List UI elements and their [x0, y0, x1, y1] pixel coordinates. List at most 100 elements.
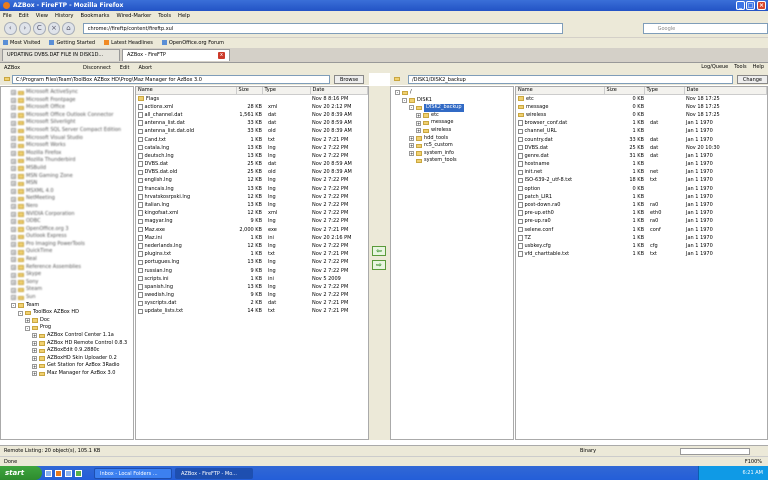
- table-row[interactable]: selene.conf 1 KB conf Jan 1 1970: [516, 226, 767, 234]
- expand-icon[interactable]: +: [11, 166, 16, 172]
- expand-icon[interactable]: +: [11, 113, 16, 119]
- reload-button[interactable]: C: [33, 22, 46, 35]
- tree-node[interactable]: + system_info: [395, 150, 513, 158]
- expand-icon[interactable]: +: [409, 151, 414, 157]
- tree-node[interactable]: + message: [395, 119, 513, 127]
- table-row[interactable]: hostname 1 KB Jan 1 1970: [516, 160, 767, 168]
- tree-node[interactable]: + AZBox HD Remote Control 0.8.3: [5, 340, 133, 348]
- local-file-list[interactable]: Name Size Type Date Flags Nov 8 8:16 PM ac…: [135, 86, 369, 440]
- menu-help[interactable]: Help: [178, 13, 190, 19]
- bookmark-latest-headlines[interactable]: Latest Headlines: [104, 40, 153, 46]
- column-date[interactable]: Date: [310, 87, 368, 95]
- quick-launch-desktop-icon[interactable]: [65, 469, 72, 477]
- table-row[interactable]: update_lists.txt 14 KB txt Nov 2 7:21 PM: [136, 307, 368, 315]
- expand-icon[interactable]: +: [11, 189, 16, 195]
- table-row[interactable]: scripts.ini 1 KB ini Nov 5 2009: [136, 275, 368, 283]
- expand-icon[interactable]: +: [11, 257, 16, 263]
- table-row[interactable]: english.lng 12 KB lng Nov 2 7:22 PM: [136, 176, 368, 184]
- home-button[interactable]: ⌂: [62, 22, 75, 35]
- expand-icon[interactable]: +: [11, 204, 16, 210]
- table-row[interactable]: TZ 1 KB Jan 1 1970: [516, 234, 767, 242]
- expand-icon[interactable]: +: [11, 287, 16, 293]
- tree-node[interactable]: + Microsoft Frontpage: [5, 97, 133, 105]
- expand-icon[interactable]: -: [25, 325, 30, 331]
- column-size[interactable]: Size: [604, 87, 645, 95]
- tab-azbox-fireftp[interactable]: AZBox - FireFTP x: [122, 49, 230, 61]
- tree-node[interactable]: + MSBuild: [5, 165, 133, 173]
- table-row[interactable]: option 0 KB Jan 1 1970: [516, 185, 767, 193]
- table-row[interactable]: Maz.exe 2,000 KB exe Nov 2 7:21 PM: [136, 226, 368, 234]
- tree-node[interactable]: + Microsoft Visual Studio: [5, 135, 133, 143]
- tree-node[interactable]: + wireless: [395, 127, 513, 135]
- table-row[interactable]: channel_URL 1 KB Jan 1 1970: [516, 127, 767, 135]
- quick-launch-firefox-icon[interactable]: [55, 469, 62, 477]
- tree-node[interactable]: + Sony: [5, 279, 133, 287]
- tree-node[interactable]: + QuickTime: [5, 248, 133, 256]
- table-row[interactable]: nederlands.lng 12 KB lng Nov 2 7:22 PM: [136, 242, 368, 250]
- tree-node[interactable]: + NetMeeting: [5, 195, 133, 203]
- task-azbox-fireftp[interactable]: AZBox - FireFTP - Mo...: [175, 467, 253, 479]
- expand-icon[interactable]: +: [11, 158, 16, 164]
- expand-icon[interactable]: +: [11, 97, 16, 103]
- expand-icon[interactable]: +: [32, 363, 37, 369]
- tree-node[interactable]: + MSN Gaming Zone: [5, 173, 133, 181]
- local-path-input[interactable]: C:\Program Files\Team\ToolBox AZBox HD\P…: [12, 74, 330, 84]
- expand-icon[interactable]: +: [32, 371, 37, 377]
- column-size[interactable]: Size: [236, 87, 263, 95]
- menu-tools[interactable]: Tools: [158, 13, 171, 19]
- expand-icon[interactable]: -: [395, 90, 400, 96]
- column-name[interactable]: Name: [516, 87, 605, 95]
- account-select[interactable]: AZBox: [4, 65, 74, 71]
- expand-icon[interactable]: +: [11, 272, 16, 278]
- download-arrow-icon[interactable]: ⇨: [372, 260, 386, 270]
- expand-icon[interactable]: +: [11, 264, 16, 270]
- expand-icon[interactable]: +: [11, 135, 16, 141]
- expand-icon[interactable]: +: [11, 242, 16, 248]
- tools-button[interactable]: Tools: [734, 64, 746, 70]
- table-row[interactable]: magyar.lng 9 KB lng Nov 2 7:22 PM: [136, 217, 368, 225]
- tree-node[interactable]: + MSXML 4.0: [5, 188, 133, 196]
- expand-icon[interactable]: -: [11, 302, 16, 308]
- table-row[interactable]: DVBS.dat 25 KB dat Nov 20 8:59 AM: [136, 160, 368, 168]
- table-row[interactable]: francais.lng 13 KB lng Nov 2 7:22 PM: [136, 185, 368, 193]
- tree-node[interactable]: - /: [395, 89, 513, 97]
- log-queue-button[interactable]: Log/Queue: [701, 64, 728, 70]
- table-row[interactable]: spanish.lng 13 KB lng Nov 2 7:22 PM: [136, 283, 368, 291]
- menu-view[interactable]: View: [36, 13, 48, 19]
- tree-node[interactable]: + Skype: [5, 271, 133, 279]
- expand-icon[interactable]: +: [416, 120, 421, 126]
- table-row[interactable]: pre-up.eth0 1 KB eth0 Jan 1 1970: [516, 209, 767, 217]
- expand-icon[interactable]: +: [11, 151, 16, 157]
- quick-launch-ie-icon[interactable]: [45, 469, 52, 477]
- expand-icon[interactable]: +: [11, 181, 16, 187]
- tree-node[interactable]: - Prog: [5, 324, 133, 332]
- help-button[interactable]: Help: [753, 64, 764, 70]
- expand-icon[interactable]: +: [416, 128, 421, 134]
- expand-icon[interactable]: +: [11, 90, 16, 96]
- table-row[interactable]: genre.dat 31 KB dat Jan 1 1970: [516, 152, 767, 160]
- tree-node[interactable]: + etc: [395, 112, 513, 120]
- expand-icon[interactable]: +: [11, 143, 16, 149]
- expand-icon[interactable]: +: [32, 356, 37, 362]
- tree-node[interactable]: + Doc: [5, 317, 133, 325]
- bookmark-openoffice-forum[interactable]: OpenOffice.org Forum: [161, 40, 224, 46]
- column-type[interactable]: Type: [644, 87, 685, 95]
- local-folder-tree[interactable]: + Microsoft ActiveSync + Microsoft Frontpag…: [0, 86, 134, 440]
- expand-icon[interactable]: +: [11, 280, 16, 286]
- tree-node[interactable]: + Microsoft Office Outlook Connector: [5, 112, 133, 120]
- change-button[interactable]: Change: [736, 74, 768, 84]
- tree-node[interactable]: + Outlook Express: [5, 233, 133, 241]
- tree-node[interactable]: + MSN: [5, 180, 133, 188]
- close-tab-icon[interactable]: x: [218, 52, 225, 59]
- tree-node[interactable]: + Microsoft SQL Server Compact Edition: [5, 127, 133, 135]
- remote-path-input[interactable]: /DISK1/DISK2_backup: [408, 74, 733, 84]
- expand-icon[interactable]: +: [409, 135, 414, 141]
- column-date[interactable]: Date: [684, 87, 767, 95]
- column-name[interactable]: Name: [136, 87, 237, 95]
- tree-node[interactable]: + ODBC: [5, 218, 133, 226]
- expand-icon[interactable]: +: [11, 196, 16, 202]
- table-row[interactable]: deutsch.lng 13 KB lng Nov 2 7:22 PM: [136, 152, 368, 160]
- tree-node[interactable]: - Team: [5, 302, 133, 310]
- search-input[interactable]: Google: [642, 23, 768, 34]
- table-row[interactable]: hrvatskosrpski.lng 12 KB lng Nov 2 7:22 PM: [136, 193, 368, 201]
